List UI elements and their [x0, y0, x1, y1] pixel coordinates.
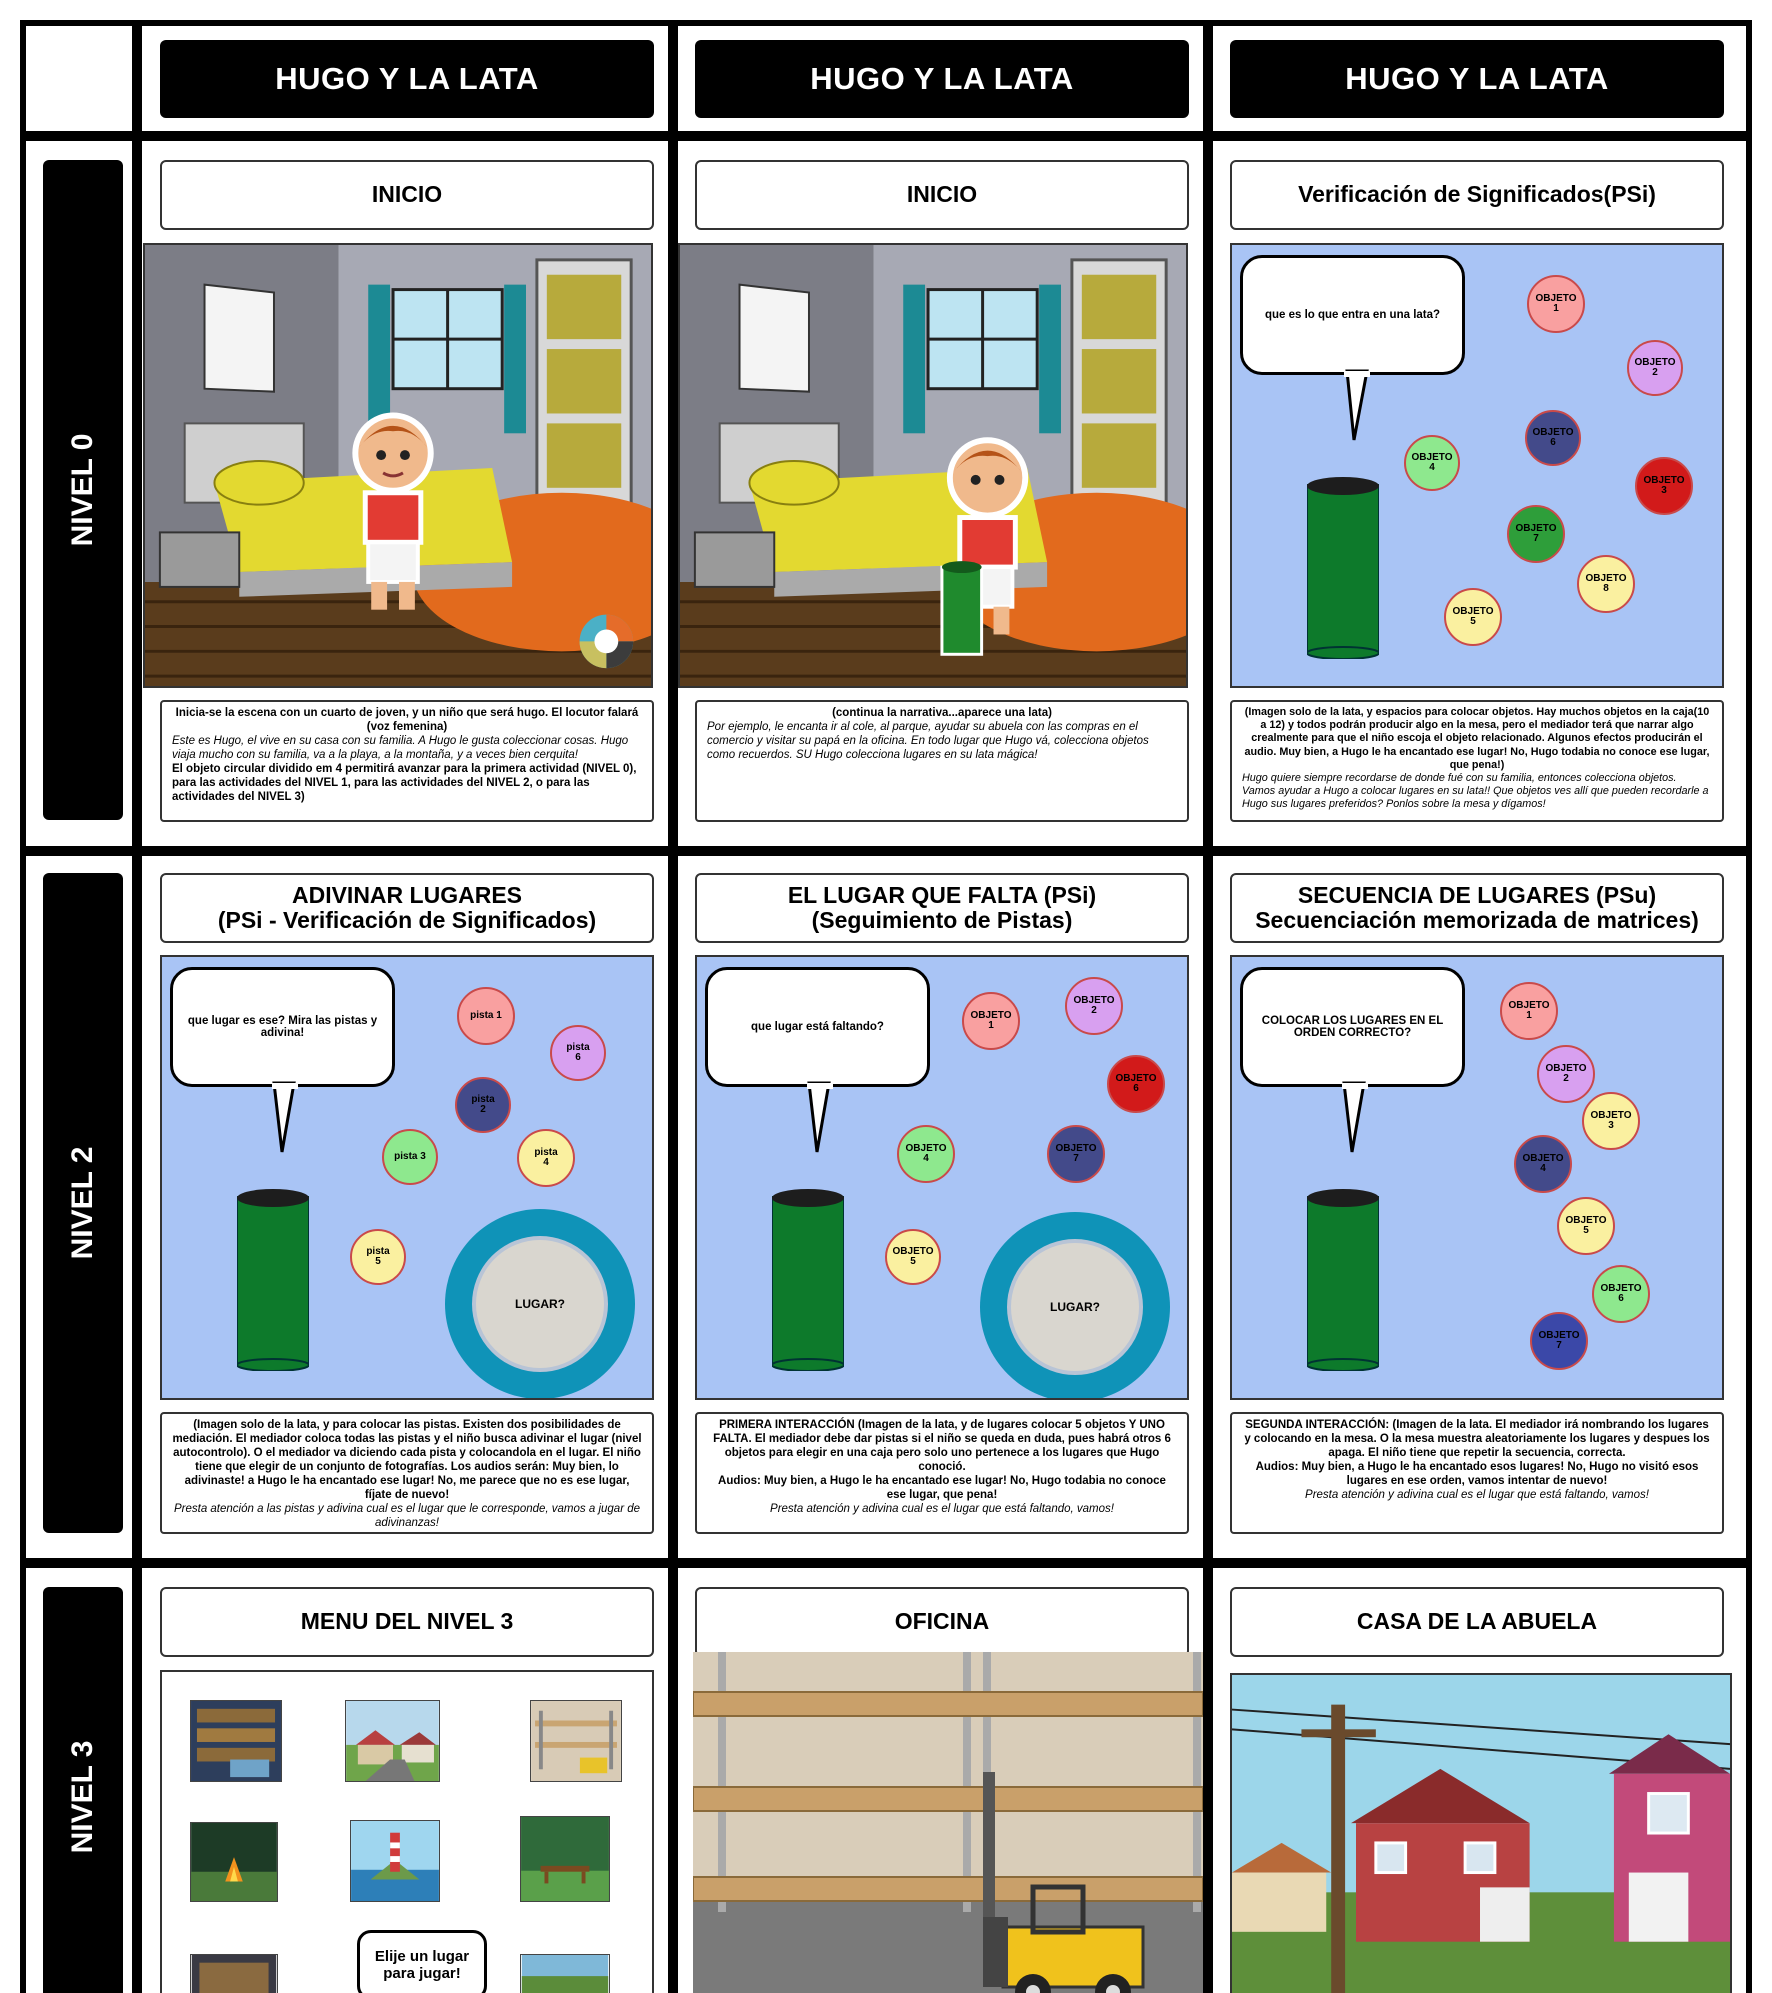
green-can [1307, 477, 1379, 659]
place-thumbnail-lighthouse[interactable] [350, 1820, 440, 1902]
place-thumbnail-park[interactable] [520, 1816, 610, 1902]
grid-line [20, 131, 1752, 141]
cell-title: Verificación de Significados(PSi) [1230, 160, 1724, 230]
cell-description: (continua la narrativa...aparece una lat… [695, 700, 1189, 822]
pista-dot[interactable]: pista 2 [455, 1077, 511, 1133]
objeto-dot[interactable]: OBJETO 5 [1444, 588, 1502, 646]
lugar-target[interactable]: LUGAR? [1007, 1239, 1143, 1375]
cell-title: MENU DEL NIVEL 3 [160, 1587, 654, 1657]
pista-dot[interactable]: pista 3 [382, 1129, 438, 1185]
pista-dot[interactable]: pista 1 [457, 987, 515, 1045]
objeto-dot[interactable]: OBJETO 3 [1635, 457, 1693, 515]
column-header: HUGO Y LA LATA [1230, 40, 1724, 118]
pista-dot[interactable]: pista 6 [550, 1025, 606, 1081]
activity-panel: que lugar está faltando? OBJETO 1 OBJETO… [695, 955, 1189, 1400]
lugar-target-ring[interactable]: LUGAR? [445, 1209, 635, 1398]
cell-description: Inicia-se la escena con un cuarto de jov… [160, 700, 654, 822]
objeto-dot[interactable]: OBJETO 4 [1514, 1135, 1572, 1193]
cell-title: EL LUGAR QUE FALTA (PSi) (Seguimiento de … [695, 873, 1189, 943]
green-can [772, 1189, 844, 1371]
activity-panel: que lugar es ese? Mira las pistas y adiv… [160, 955, 654, 1400]
row-label-nivel-3: NIVEL 3 [43, 1587, 123, 1993]
lugar-target-ring[interactable]: LUGAR? [980, 1212, 1170, 1398]
objeto-dot[interactable]: OBJETO 2 [1065, 977, 1123, 1035]
speech-bubble: que lugar es ese? Mira las pistas y adiv… [170, 967, 395, 1087]
grid-line [20, 846, 1752, 856]
cell-description: SEGUNDA INTERACCIÓN: (Imagen de la lata.… [1230, 1412, 1724, 1534]
grid-line [20, 1558, 1752, 1568]
objeto-dot[interactable]: OBJETO 6 [1525, 410, 1581, 466]
cell-description: (Imagen solo de la lata, y para colocar … [160, 1412, 654, 1534]
speech-bubble: que lugar está faltando? [705, 967, 930, 1087]
place-thumbnail-office[interactable] [530, 1700, 622, 1782]
objeto-dot[interactable]: OBJETO 7 [1507, 505, 1565, 563]
green-can [1307, 1189, 1379, 1371]
activity-panel: que es lo que entra en una lata? OBJETO … [1230, 243, 1724, 688]
lugar-target[interactable]: LUGAR? [472, 1236, 608, 1372]
cell-title: ADIVINAR LUGARES (PSi - Verificación de S… [160, 873, 654, 943]
cell-title: INICIO [160, 160, 654, 230]
place-thumbnail-campfire[interactable] [190, 1822, 278, 1902]
column-header: HUGO Y LA LATA [695, 40, 1189, 118]
objeto-dot[interactable]: OBJETO 4 [897, 1125, 955, 1183]
cell-description: (Imagen solo de la lata, y espacios para… [1230, 700, 1724, 822]
row-label-nivel-2: NIVEL 2 [43, 873, 123, 1533]
activity-panel: COLOCAR LOS LUGARES EN EL ORDEN CORRECTO… [1230, 955, 1724, 1400]
place-thumbnail-street[interactable] [345, 1700, 440, 1782]
objeto-dot[interactable]: OBJETO 1 [1527, 275, 1585, 333]
objeto-dot[interactable]: OBJETO 4 [1404, 435, 1460, 491]
grandma-house-scene [1230, 1673, 1732, 1993]
objeto-dot[interactable]: OBJETO 7 [1047, 1125, 1105, 1183]
bedroom-scene-with-can [678, 243, 1188, 688]
grid-line [1203, 20, 1213, 1993]
objeto-dot[interactable]: OBJETO 5 [885, 1229, 941, 1285]
objeto-dot[interactable]: OBJETO 5 [1557, 1197, 1615, 1255]
row-label-nivel-0: NIVEL 0 [43, 160, 123, 820]
objeto-dot[interactable]: OBJETO 6 [1107, 1055, 1165, 1113]
place-thumbnail-room[interactable] [190, 1954, 278, 1993]
office-warehouse-scene [693, 1652, 1203, 1993]
objeto-dot[interactable]: OBJETO 1 [1500, 982, 1558, 1040]
place-thumbnail-field[interactable] [520, 1954, 610, 1993]
green-can [237, 1189, 309, 1371]
speech-bubble: que es lo que entra en una lata? [1240, 255, 1465, 375]
choose-place-bubble: Elije un lugar para jugar! [357, 1930, 487, 1993]
grid-line [132, 20, 142, 1993]
objeto-dot[interactable]: OBJETO 6 [1592, 1265, 1650, 1323]
objeto-dot[interactable]: OBJETO 2 [1627, 340, 1683, 396]
place-thumbnail-library[interactable] [190, 1700, 282, 1782]
objeto-dot[interactable]: OBJETO 1 [962, 992, 1020, 1050]
cell-title: SECUENCIA DE LUGARES (PSu) Secuenciación … [1230, 873, 1724, 943]
storyboard: HUGO Y LA LATA HUGO Y LA LATA HUGO Y LA … [0, 0, 1772, 1993]
pista-dot[interactable]: pista 4 [517, 1129, 575, 1187]
pista-dot[interactable]: pista 5 [350, 1229, 406, 1285]
objeto-dot[interactable]: OBJETO 7 [1530, 1312, 1588, 1370]
cell-description: PRIMERA INTERACCIÓN (Imagen de la lata, … [695, 1412, 1189, 1534]
level-3-menu: Elije un lugar para jugar! [160, 1670, 654, 1993]
objeto-dot[interactable]: OBJETO 2 [1537, 1045, 1595, 1103]
cell-title: OFICINA [695, 1587, 1189, 1657]
cell-title: INICIO [695, 160, 1189, 230]
objeto-dot[interactable]: OBJETO 3 [1582, 1092, 1640, 1150]
column-header: HUGO Y LA LATA [160, 40, 654, 118]
speech-bubble: COLOCAR LOS LUGARES EN EL ORDEN CORRECTO… [1240, 967, 1465, 1087]
grid-line [668, 20, 678, 1993]
bedroom-scene [143, 243, 653, 688]
cell-title: CASA DE LA ABUELA [1230, 1587, 1724, 1657]
objeto-dot[interactable]: OBJETO 8 [1577, 555, 1635, 613]
